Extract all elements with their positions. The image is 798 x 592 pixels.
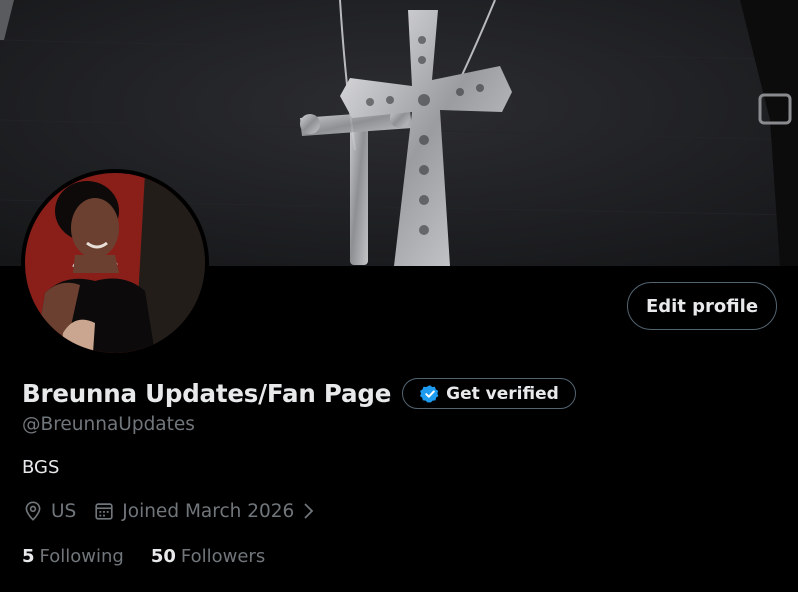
profile-bio: BGS bbox=[22, 457, 60, 478]
avatar-photo bbox=[25, 173, 205, 353]
display-name: Breunna Updates/Fan Page bbox=[22, 379, 392, 408]
followers-link[interactable]: 50 Followers bbox=[151, 546, 265, 567]
following-label: Following bbox=[39, 546, 124, 567]
following-link[interactable]: 5 Following bbox=[22, 546, 124, 567]
profile-meta: US Joined March 2026 bbox=[22, 500, 333, 522]
following-count: 5 bbox=[22, 546, 35, 567]
location-pin-icon bbox=[25, 501, 41, 521]
chevron-right-icon bbox=[304, 503, 314, 519]
joined-item[interactable]: Joined March 2026 bbox=[93, 500, 316, 522]
get-verified-label: Get verified bbox=[446, 383, 559, 404]
follow-counts: 5 Following 50 Followers bbox=[22, 546, 292, 567]
location-item: US bbox=[22, 500, 76, 522]
followers-label: Followers bbox=[180, 546, 266, 567]
profile-avatar[interactable] bbox=[21, 169, 209, 357]
verified-badge-icon bbox=[420, 384, 439, 402]
name-row: Breunna Updates/Fan Page Get verified bbox=[22, 378, 576, 409]
user-handle: @BreunnaUpdates bbox=[22, 414, 195, 435]
location-text: US bbox=[51, 500, 77, 522]
joined-text: Joined March 2026 bbox=[122, 500, 295, 522]
calendar-icon bbox=[95, 503, 113, 520]
followers-count: 50 bbox=[150, 546, 176, 567]
get-verified-button[interactable]: Get verified bbox=[402, 378, 576, 409]
edit-profile-button[interactable]: Edit profile bbox=[627, 282, 777, 330]
